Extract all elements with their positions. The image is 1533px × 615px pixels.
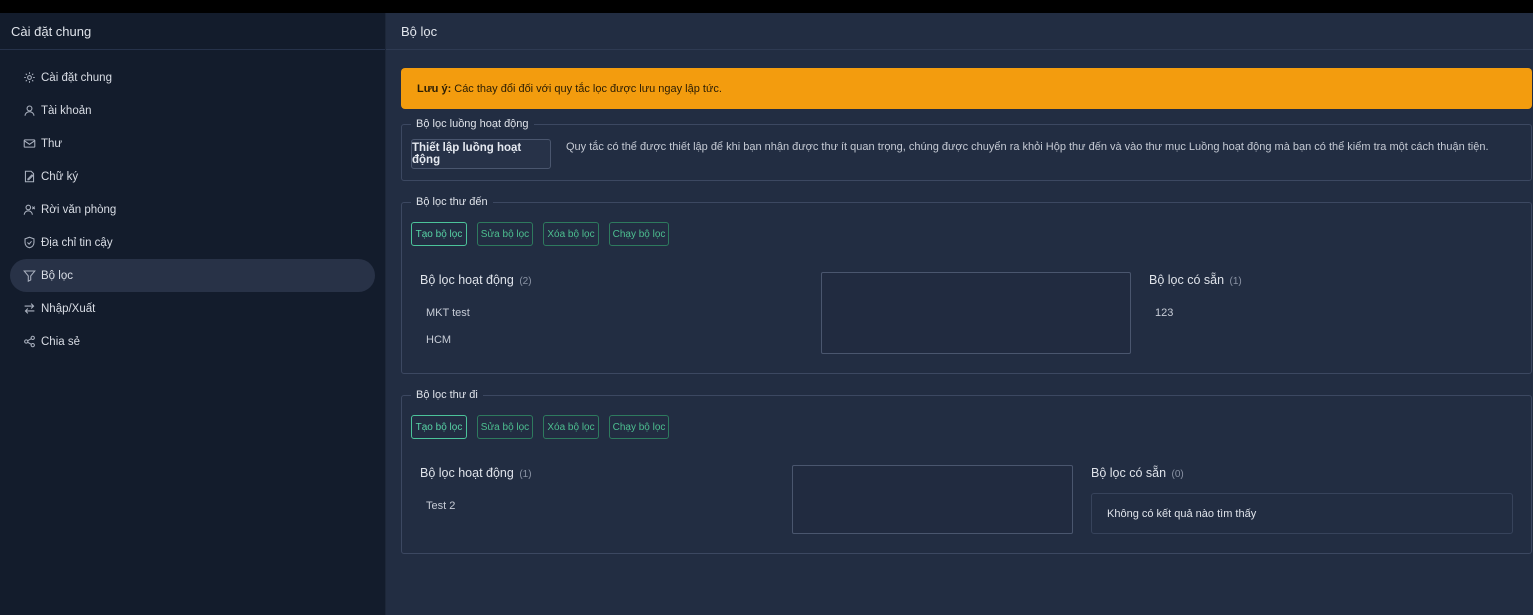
edit-filter-button[interactable]: Sửa bộ lọc <box>477 415 533 439</box>
gear-icon <box>22 71 36 85</box>
alert-label: Lưu ý: <box>417 82 452 95</box>
sidebar-item-filters[interactable]: Bộ lọc <box>10 259 375 292</box>
sidebar-title: Cài đặt chung <box>0 13 385 50</box>
sidebar-item-out-of-office[interactable]: Rời văn phòng <box>10 193 375 226</box>
sidebar-item-label: Địa chỉ tin cậy <box>41 236 113 249</box>
filters-panel: Bộ lọc Lưu ý: Các thay đổi đối với quy t… <box>386 13 1533 615</box>
incoming-filter-toolbar: Tạo bộ lọc Sửa bộ lọc Xóa bộ lọc Chạy bộ… <box>411 222 669 246</box>
app: Cài đặt chung Cài đặt chung Tài khoản Th… <box>0 13 1533 615</box>
user-away-icon <box>22 203 36 217</box>
edit-filter-button[interactable]: Sửa bộ lọc <box>477 222 533 246</box>
delete-filter-button[interactable]: Xóa bộ lọc <box>543 415 599 439</box>
group-legend: Bộ lọc thư đến <box>416 196 488 208</box>
sidebar-item-label: Thư <box>41 137 63 150</box>
available-filters-count: (1) <box>1229 276 1242 287</box>
filter-details-box <box>792 465 1073 534</box>
group-legend: Bộ lọc luồng hoạt động <box>416 118 529 130</box>
sidebar-item-import-export[interactable]: Nhập/Xuất <box>10 292 375 325</box>
notice-alert: Lưu ý: Các thay đổi đối với quy tắc lọc … <box>401 68 1532 109</box>
sidebar-item-label: Cài đặt chung <box>41 71 112 84</box>
delete-filter-button[interactable]: Xóa bộ lọc <box>543 222 599 246</box>
list-item[interactable]: MKT test <box>426 307 470 319</box>
arrows-icon <box>22 302 36 316</box>
available-filters-heading: Bộ lọc có sẵn (1) <box>1149 273 1242 287</box>
sidebar-item-account[interactable]: Tài khoản <box>10 94 375 127</box>
activity-stream-description: Quy tắc có thể được thiết lập để khi bạn… <box>566 141 1489 153</box>
sidebar-item-label: Nhập/Xuất <box>41 302 96 315</box>
run-filter-button[interactable]: Chạy bộ lọc <box>609 415 669 439</box>
available-filters-count: (0) <box>1171 469 1184 480</box>
sidebar-item-mail[interactable]: Thư <box>10 127 375 160</box>
active-filters-title: Bộ lọc hoạt động <box>420 273 514 287</box>
page-title: Bộ lọc <box>386 13 1533 50</box>
filter-details-box <box>821 272 1131 354</box>
settings-nav: Cài đặt chung Tài khoản Thư Chữ ký Rời v… <box>0 50 385 358</box>
list-item[interactable]: HCM <box>426 334 451 346</box>
sidebar-item-signature[interactable]: Chữ ký <box>10 160 375 193</box>
sidebar-item-label: Bộ lọc <box>41 269 73 282</box>
create-filter-button[interactable]: Tạo bộ lọc <box>411 222 467 246</box>
share-icon <box>22 335 36 349</box>
filter-icon <box>22 269 36 283</box>
signature-icon <box>22 170 36 184</box>
active-filters-count: (1) <box>519 469 532 480</box>
create-filter-button[interactable]: Tạo bộ lọc <box>411 415 467 439</box>
active-filters-heading: Bộ lọc hoạt động (2) <box>420 273 532 287</box>
outgoing-filter-toolbar: Tạo bộ lọc Sửa bộ lọc Xóa bộ lọc Chạy bộ… <box>411 415 669 439</box>
sidebar-item-label: Chữ ký <box>41 170 79 183</box>
sidebar-item-trusted-addresses[interactable]: Địa chỉ tin cậy <box>10 226 375 259</box>
incoming-filters-group: Bộ lọc thư đến Tạo bộ lọc Sửa bộ lọc Xóa… <box>401 196 1532 374</box>
alert-text: Các thay đổi đối với quy tắc lọc được lư… <box>454 82 722 95</box>
no-results-message: Không có kết quả nào tìm thấy <box>1091 493 1513 534</box>
setup-activity-stream-button[interactable]: Thiết lập luồng hoạt động <box>411 139 551 169</box>
available-filters-heading: Bộ lọc có sẵn (0) <box>1091 466 1184 480</box>
list-item[interactable]: 123 <box>1155 307 1173 319</box>
sidebar-item-label: Chia sẻ <box>41 335 80 348</box>
settings-sidebar: Cài đặt chung Cài đặt chung Tài khoản Th… <box>0 13 386 615</box>
sidebar-item-general[interactable]: Cài đặt chung <box>10 61 375 94</box>
sidebar-item-label: Tài khoản <box>41 104 92 117</box>
user-icon <box>22 104 36 118</box>
sidebar-item-label: Rời văn phòng <box>41 203 117 216</box>
available-filters-title: Bộ lọc có sẵn <box>1091 466 1167 480</box>
activity-stream-filter-group: Bộ lọc luồng hoạt động Thiết lập luồng h… <box>401 118 1532 181</box>
outgoing-filters-group: Bộ lọc thư đi Tạo bộ lọc Sửa bộ lọc Xóa … <box>401 389 1532 554</box>
active-filters-heading: Bộ lọc hoạt động (1) <box>420 466 532 480</box>
run-filter-button[interactable]: Chạy bộ lọc <box>609 222 669 246</box>
shield-icon <box>22 236 36 250</box>
group-legend: Bộ lọc thư đi <box>416 389 478 401</box>
list-item[interactable]: Test 2 <box>426 500 455 512</box>
mail-icon <box>22 137 36 151</box>
available-filters-title: Bộ lọc có sẵn <box>1149 273 1225 287</box>
active-filters-title: Bộ lọc hoạt động <box>420 466 514 480</box>
active-filters-count: (2) <box>519 276 532 287</box>
sidebar-item-share[interactable]: Chia sẻ <box>10 325 375 358</box>
